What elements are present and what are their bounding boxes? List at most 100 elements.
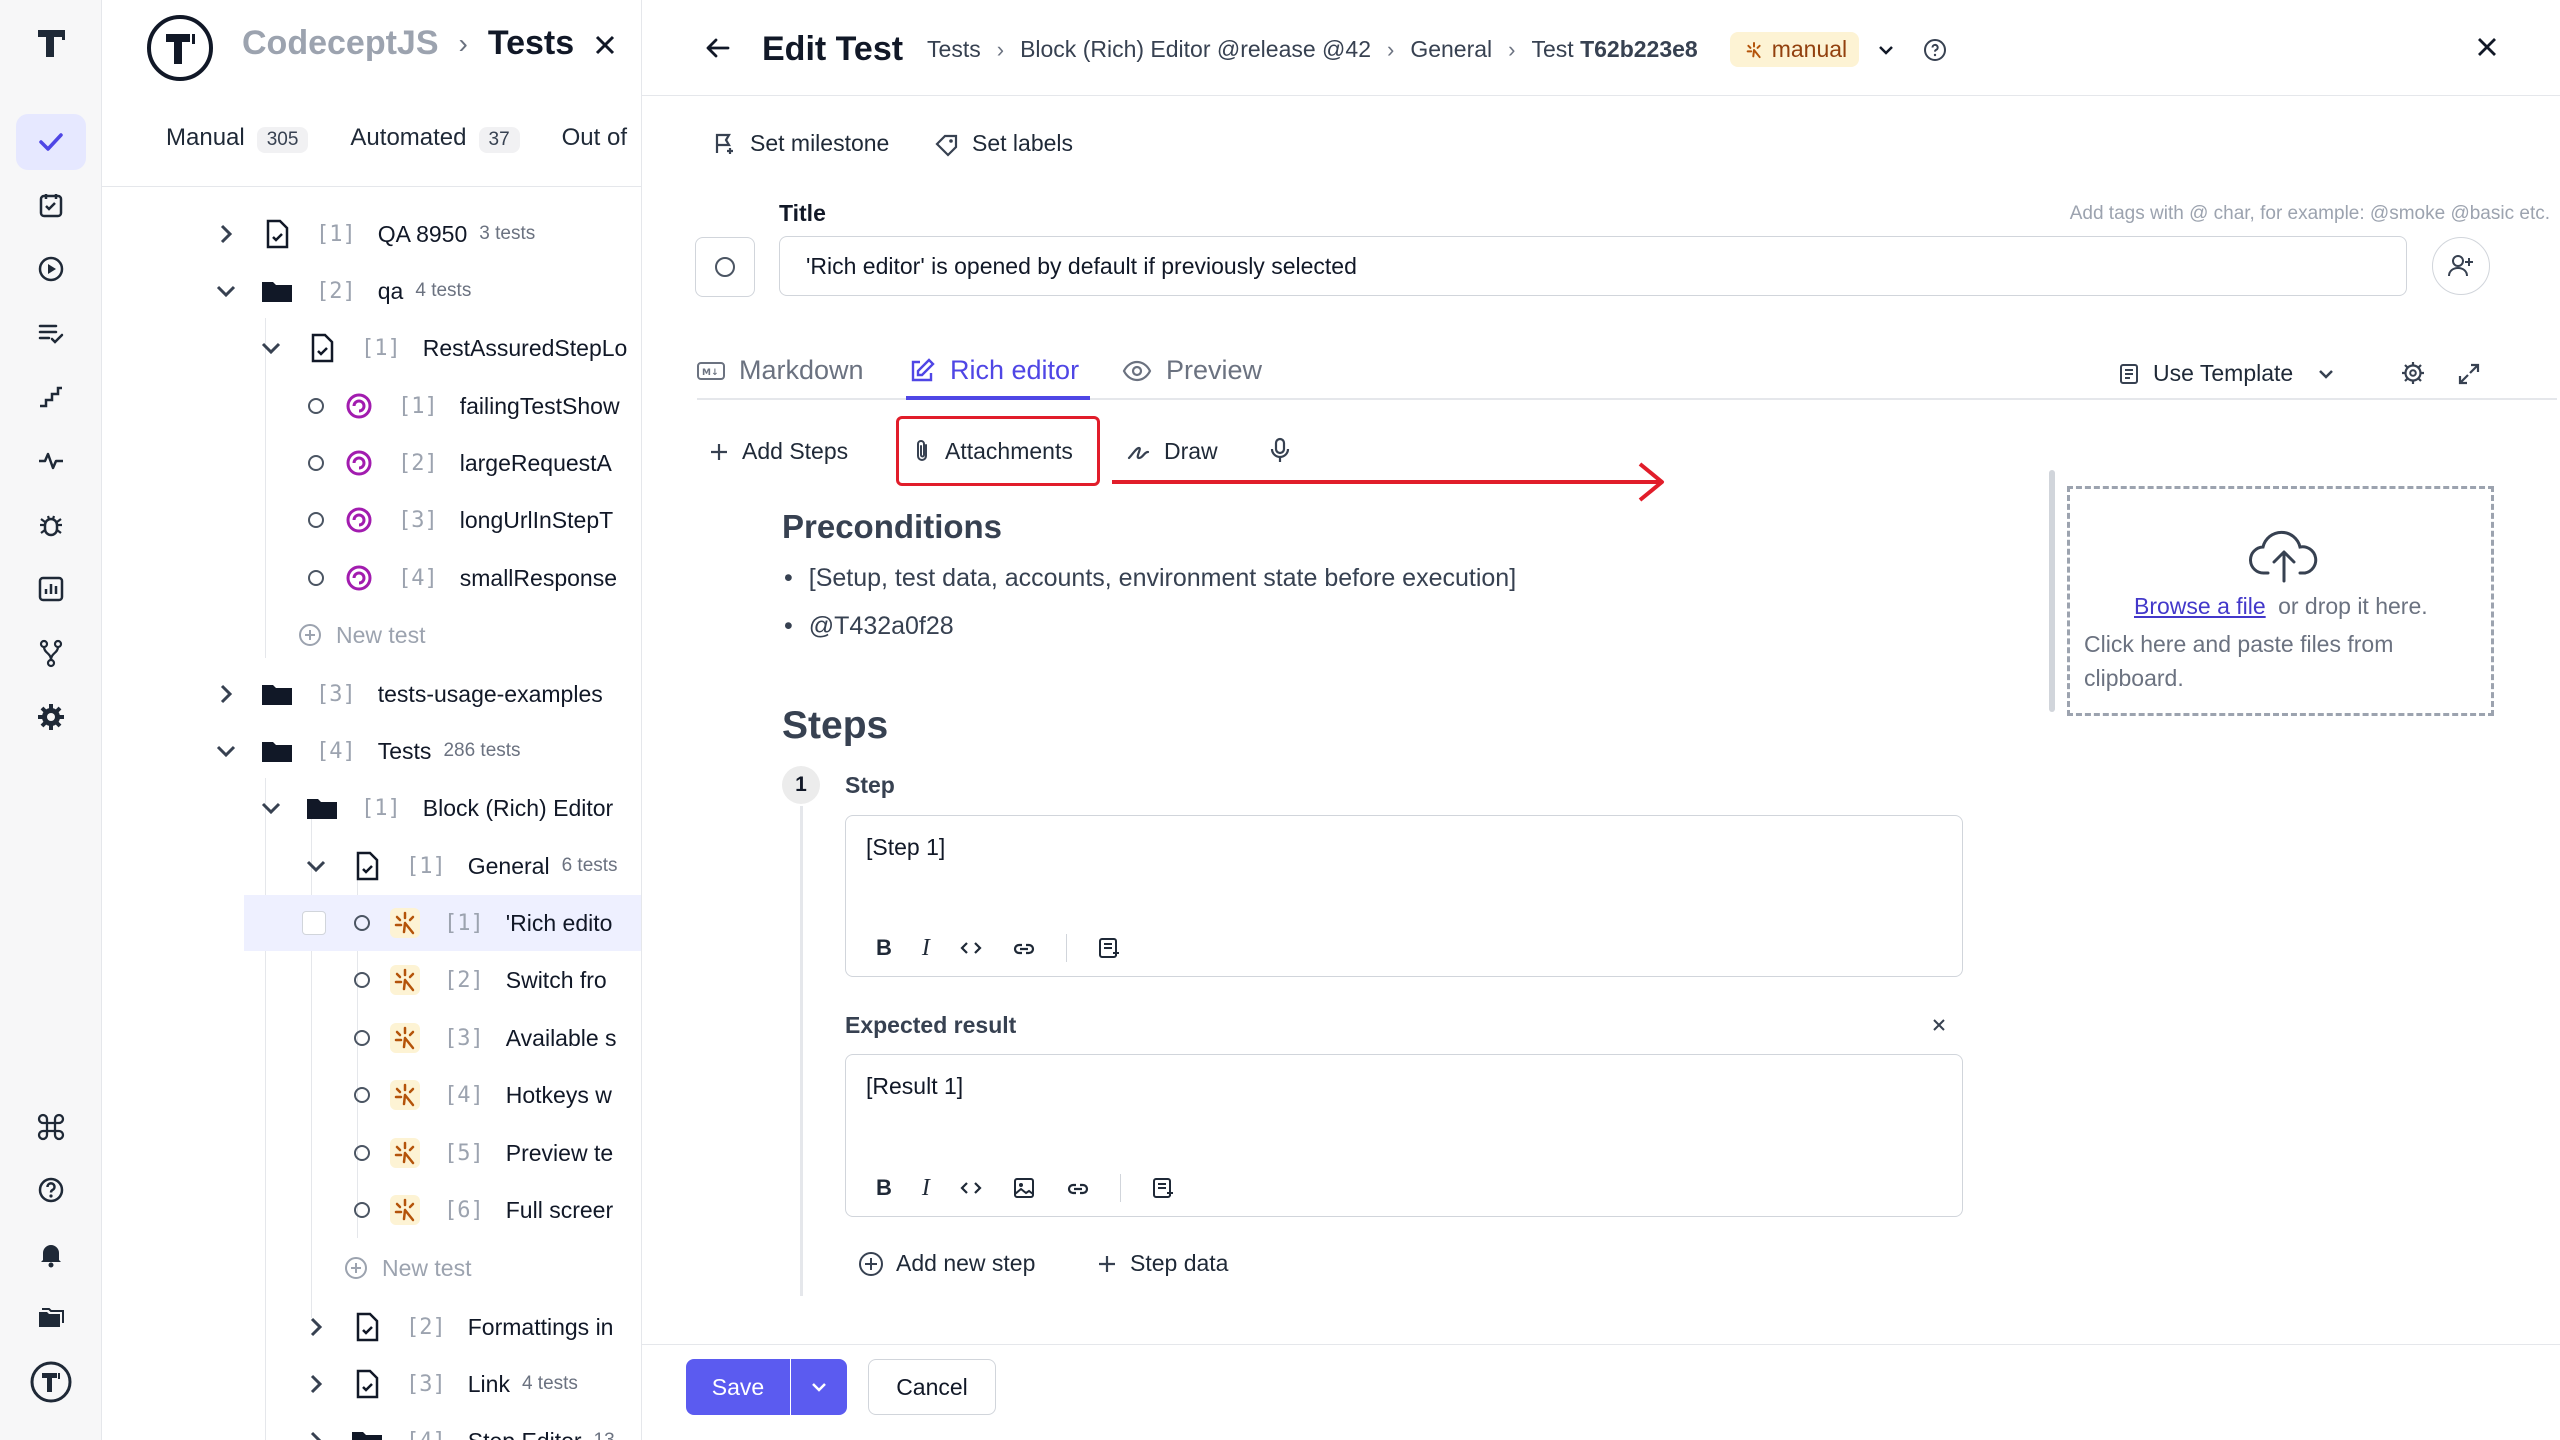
set-milestone-button[interactable]: Set milestone: [712, 130, 889, 157]
tree-row-test[interactable]: [3] Available s: [102, 1010, 641, 1066]
chevron-right-icon[interactable]: [302, 1427, 330, 1440]
tree-row-test[interactable]: [4] Hotkeys w: [102, 1067, 641, 1123]
bug-nav-icon[interactable]: [16, 497, 86, 553]
branches-nav-icon[interactable]: [16, 625, 86, 681]
bell-icon[interactable]: [16, 1226, 86, 1282]
breadcrumb-item[interactable]: Block (Rich) Editor @release @42: [1020, 36, 1371, 63]
manual-badge[interactable]: manual: [1729, 32, 1860, 67]
link-icon[interactable]: [1066, 1177, 1090, 1199]
tab-preview[interactable]: Preview: [1122, 355, 1262, 386]
checklist-nav-icon[interactable]: [16, 305, 86, 361]
save-button[interactable]: Save: [686, 1359, 790, 1415]
gear-icon[interactable]: [2400, 360, 2426, 386]
tab-markdown[interactable]: M↓ Markdown: [697, 355, 864, 386]
use-template-button[interactable]: Use Template: [2117, 360, 2337, 387]
sidebar-scrollbar[interactable]: [2049, 470, 2055, 712]
test-status-circle[interactable]: [354, 972, 370, 988]
command-icon[interactable]: [16, 1099, 86, 1155]
analytics-nav-icon[interactable]: [16, 561, 86, 617]
breadcrumb-item[interactable]: General: [1410, 36, 1492, 63]
back-arrow-icon[interactable]: [702, 32, 734, 64]
step-editor[interactable]: [Step 1] B I: [845, 815, 1963, 977]
chevron-down-icon[interactable]: [212, 737, 240, 765]
test-status-circle[interactable]: [354, 1030, 370, 1046]
test-status-circle[interactable]: [354, 1145, 370, 1161]
projects-icon[interactable]: [16, 1290, 86, 1346]
tree-row-test[interactable]: [6] Full screer: [102, 1182, 641, 1238]
runs-nav-icon[interactable]: [16, 241, 86, 297]
status-toggle[interactable]: [695, 237, 755, 297]
browse-file-link[interactable]: Browse a file: [2134, 593, 2266, 619]
project-name[interactable]: CodeceptJS: [242, 24, 439, 63]
chevron-right-icon[interactable]: [302, 1313, 330, 1341]
step-data-button[interactable]: Step data: [1096, 1250, 1228, 1277]
bold-icon[interactable]: B: [876, 935, 892, 961]
attachments-button[interactable]: Attachments: [896, 416, 1100, 486]
tests-nav-icon[interactable]: [16, 114, 86, 170]
tree-row-suite[interactable]: [1] QA 8950 3 tests: [102, 206, 641, 262]
image-icon[interactable]: [1012, 1176, 1036, 1200]
test-status-circle[interactable]: [308, 512, 324, 528]
tree-row-test[interactable]: [2] largeRequestA: [102, 435, 641, 491]
step-text[interactable]: [Step 1]: [866, 834, 945, 861]
set-labels-button[interactable]: Set labels: [934, 130, 1073, 157]
tab-out-of[interactable]: Out of: [562, 124, 627, 153]
tree-row-folder[interactable]: [2] qa 4 tests: [102, 263, 641, 319]
plans-nav-icon[interactable]: [16, 177, 86, 233]
tree-row-test[interactable]: [3] longUrlInStepT: [102, 492, 641, 548]
tree-row-folder[interactable]: [4] Tests 286 tests: [102, 723, 641, 779]
chevron-down-icon[interactable]: [212, 277, 240, 305]
tree-row-suite[interactable]: [3] Link 4 tests: [102, 1356, 641, 1412]
settings-nav-icon[interactable]: [16, 689, 86, 745]
expected-result-text[interactable]: [Result 1]: [866, 1073, 963, 1100]
steps-nav-icon[interactable]: [16, 369, 86, 425]
code-icon[interactable]: [960, 937, 982, 959]
attachments-dropzone[interactable]: Browse a file or drop it here. Click her…: [2067, 486, 2494, 716]
tab-rich-editor[interactable]: Rich editor: [908, 355, 1079, 386]
title-input[interactable]: 'Rich editor' is opened by default if pr…: [779, 236, 2407, 296]
chevron-right-icon[interactable]: [212, 680, 240, 708]
row-checkbox[interactable]: [302, 911, 326, 935]
test-status-circle[interactable]: [308, 570, 324, 586]
close-icon[interactable]: [2472, 32, 2502, 62]
tree-row-test-selected[interactable]: [1] 'Rich edito: [244, 895, 641, 951]
tree-row-test[interactable]: [4] smallResponse: [102, 550, 641, 606]
new-test-button[interactable]: New test: [102, 1240, 641, 1296]
tree-row-folder[interactable]: [4] Step Editor 13: [102, 1413, 641, 1440]
tree-row-folder[interactable]: [1] Block (Rich) Editor: [102, 780, 641, 836]
chevron-down-icon[interactable]: [257, 794, 285, 822]
code-icon[interactable]: [960, 1177, 982, 1199]
test-status-circle[interactable]: [308, 455, 324, 471]
close-tree-icon[interactable]: [590, 30, 620, 60]
tree-row-suite[interactable]: [1] General 6 tests: [102, 838, 641, 894]
assign-user-button[interactable]: [2432, 237, 2490, 295]
help-icon[interactable]: [16, 1162, 86, 1218]
chevron-right-icon[interactable]: [212, 220, 240, 248]
test-status-circle[interactable]: [354, 1202, 370, 1218]
add-new-step-button[interactable]: Add new step: [858, 1250, 1035, 1277]
tree-row-test[interactable]: [1] failingTestShow: [102, 378, 641, 434]
insert-block-icon[interactable]: [1151, 1176, 1175, 1200]
tab-automated[interactable]: Automated 37: [350, 124, 520, 153]
expected-result-editor[interactable]: [Result 1] B I: [845, 1054, 1963, 1217]
insert-block-icon[interactable]: [1097, 936, 1121, 960]
test-status-circle[interactable]: [354, 1087, 370, 1103]
remove-expected-icon[interactable]: [1930, 1016, 1948, 1034]
help-icon[interactable]: [1923, 38, 1947, 62]
testomat-logo-icon[interactable]: [34, 26, 68, 60]
test-status-circle[interactable]: [354, 915, 370, 931]
tree-row-suite[interactable]: [2] Formattings in: [102, 1299, 641, 1355]
italic-icon[interactable]: I: [922, 935, 930, 962]
tree-row-test[interactable]: [2] Switch fro: [102, 952, 641, 1008]
italic-icon[interactable]: I: [922, 1175, 930, 1202]
tree-row-test[interactable]: [5] Preview te: [102, 1125, 641, 1181]
link-icon[interactable]: [1012, 937, 1036, 959]
add-steps-button[interactable]: Add Steps: [708, 438, 848, 465]
chevron-down-icon[interactable]: [257, 334, 285, 362]
expand-icon[interactable]: [2457, 362, 2481, 386]
breadcrumb-item[interactable]: Tests: [927, 36, 981, 63]
project-logo-icon[interactable]: [146, 14, 214, 82]
chevron-down-icon[interactable]: [302, 852, 330, 880]
account-logo-icon[interactable]: [16, 1354, 86, 1410]
pulse-nav-icon[interactable]: [16, 433, 86, 489]
